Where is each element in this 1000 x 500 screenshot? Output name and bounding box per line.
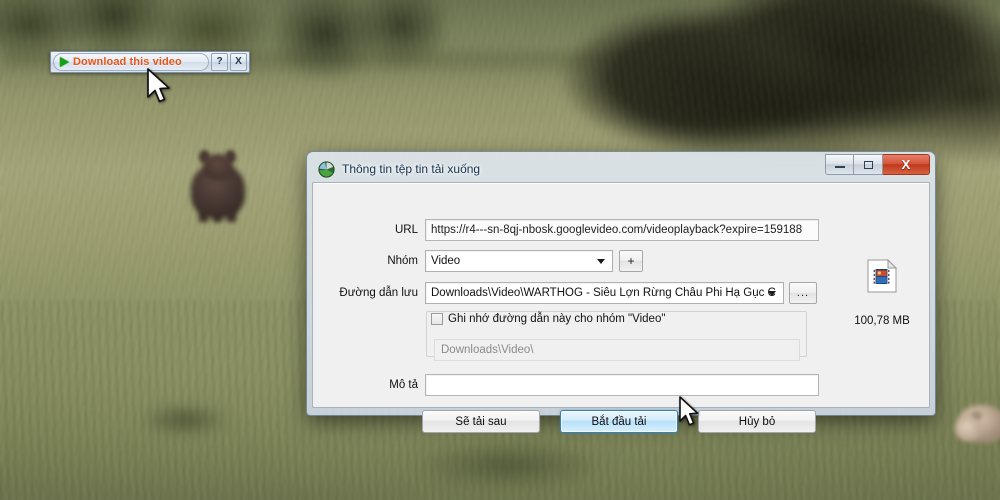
- url-field[interactable]: https://r4---sn-8qj-nbosk.googlevideo.co…: [425, 219, 819, 241]
- maximize-icon: [863, 160, 873, 169]
- save-path-combobox[interactable]: Downloads\Video\WARTHOG - Siêu Lợn Rừng …: [425, 282, 784, 304]
- warthog-animal: [185, 148, 251, 222]
- description-input[interactable]: [425, 374, 819, 396]
- category-combobox[interactable]: Video: [425, 250, 613, 272]
- url-label: URL: [394, 224, 418, 236]
- remember-path-checkbox[interactable]: [431, 313, 443, 325]
- save-path-value: Downloads\Video\WARTHOG - Siêu Lợn Rừng …: [431, 287, 776, 299]
- save-path-label: Đường dẫn lưu: [339, 287, 418, 299]
- play-triangle-icon: [60, 57, 69, 67]
- path-preview-field: Downloads\Video\: [434, 339, 800, 361]
- file-size-label: 100,78 MB: [854, 315, 910, 327]
- download-later-button[interactable]: Sẽ tải sau: [422, 410, 540, 433]
- minimize-button[interactable]: [825, 154, 854, 175]
- close-icon[interactable]: X: [230, 53, 247, 71]
- download-this-video-button[interactable]: Download this video: [53, 53, 209, 71]
- maximize-button[interactable]: [854, 154, 883, 175]
- category-label: Nhóm: [387, 255, 418, 267]
- download-info-dialog: Thông tin tệp tin tải xuống X URL https:…: [307, 152, 935, 433]
- chevron-down-icon: [597, 259, 605, 264]
- close-icon: X: [901, 157, 911, 172]
- browse-folder-button[interactable]: ...: [789, 282, 817, 304]
- start-download-button[interactable]: Bắt đầu tải: [560, 410, 678, 433]
- close-button[interactable]: X: [883, 154, 930, 175]
- video-file-icon: [867, 259, 897, 293]
- remember-path-row[interactable]: Ghi nhớ đường dẫn này cho nhóm "Video": [431, 313, 670, 325]
- grass-shadow-patch: [380, 430, 640, 500]
- window-controls: X: [825, 154, 930, 175]
- help-icon[interactable]: ?: [211, 53, 228, 71]
- dialog-body: URL https://r4---sn-8qj-nbosk.googlevide…: [312, 182, 930, 433]
- remember-path-label: Ghi nhớ đường dẫn này cho nhóm "Video": [448, 313, 666, 325]
- idm-download-panel[interactable]: Download this video ? X: [50, 51, 250, 73]
- add-category-button[interactable]: +: [619, 250, 643, 272]
- dialog-titlebar[interactable]: Thông tin tệp tin tải xuống X: [312, 154, 930, 182]
- minimize-icon: [834, 166, 845, 168]
- category-value: Video: [431, 255, 461, 267]
- dialog-title: Thông tin tệp tin tải xuống: [342, 162, 481, 176]
- chevron-down-icon: [768, 291, 776, 296]
- file-info: 100,78 MB: [834, 259, 930, 327]
- description-label: Mô tả: [389, 379, 418, 391]
- idm-globe-icon: [318, 160, 335, 178]
- download-button-label: Download this video: [73, 56, 182, 68]
- grass-shadow-patch: [120, 395, 250, 445]
- cancel-button[interactable]: Hủy bỏ: [698, 410, 816, 433]
- lioness-animal: [955, 395, 1000, 457]
